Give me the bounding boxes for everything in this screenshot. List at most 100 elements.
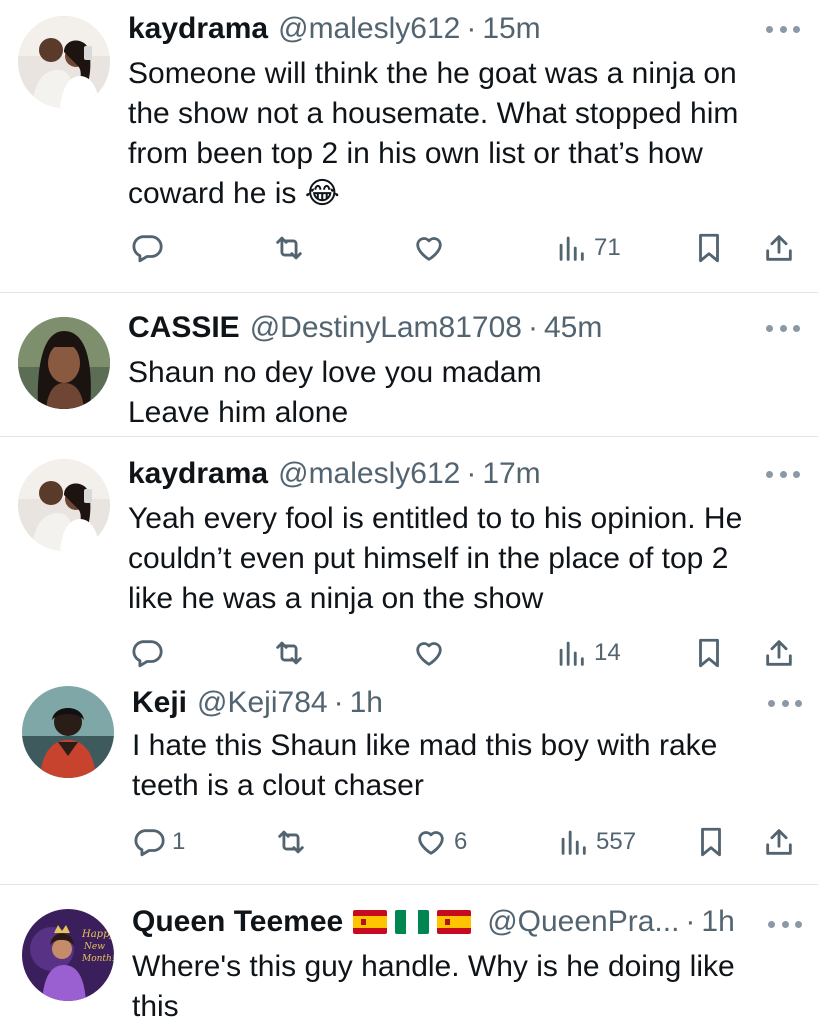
user-handle[interactable]: @malesly612 [278, 457, 460, 491]
display-name[interactable]: Queen Teemee [132, 905, 343, 939]
reply-button[interactable] [130, 633, 164, 673]
tweet[interactable]: CASSIE @DestinyLam81708 · 45m Shaun no d… [0, 293, 818, 436]
like-button[interactable] [412, 633, 446, 673]
retweet-button[interactable] [272, 633, 306, 673]
timestamp[interactable]: 17m [482, 457, 540, 491]
text-line: I hate this Shaun like mad this boy with… [132, 729, 718, 762]
views-button[interactable]: 71 [554, 228, 621, 268]
retweet-icon [278, 830, 304, 854]
spain-flag [437, 910, 472, 934]
spain-flag [353, 910, 388, 934]
more-icon[interactable] [768, 919, 802, 929]
reply-button[interactable]: 1 [132, 822, 185, 862]
separator-dot: · [527, 311, 538, 344]
text-line: Shaun no dey love you madam [128, 356, 542, 389]
text-line: this [132, 990, 179, 1023]
text-line: from been top 2 in his own list or that’… [128, 137, 703, 170]
user-handle[interactable]: @Keji784 [197, 686, 328, 720]
like-icon [416, 642, 442, 666]
views-count: 71 [594, 234, 621, 261]
avatar[interactable] [18, 16, 110, 108]
text-line: Leave him alone [128, 396, 349, 429]
text-line: Yeah every fool is entitled to to his op… [128, 502, 743, 535]
bookmark-button[interactable] [692, 228, 726, 268]
more-icon[interactable] [768, 698, 802, 708]
like-button[interactable] [412, 228, 446, 268]
bookmark-icon [699, 233, 719, 263]
tweet-header: CASSIE @DestinyLam81708 · 45m [128, 311, 602, 345]
tweet-header: kaydrama @malesly612 · 17m [128, 457, 541, 491]
display-name[interactable]: kaydrama [128, 12, 268, 46]
retweet-icon [276, 236, 302, 260]
separator-dot: · [333, 686, 344, 719]
reply-count: 1 [172, 828, 186, 855]
svg-text:Happy: Happy [81, 929, 114, 940]
more-icon[interactable] [766, 323, 800, 333]
separator-dot: · [466, 12, 477, 45]
timestamp[interactable]: 1h [350, 686, 383, 720]
tweet-header: Queen Teemee @QueenPra... · 1h [132, 905, 735, 939]
retweet-button[interactable] [272, 228, 306, 268]
timestamp[interactable]: 1h [701, 905, 734, 939]
tweet-text: I hate this Shaun like mad this boy with… [132, 726, 792, 806]
display-name[interactable]: Keji [132, 686, 187, 720]
tweet-header: Keji @Keji784 · 1h [132, 686, 383, 720]
action-bar: 71 [130, 228, 800, 268]
share-icon [766, 640, 792, 666]
text-line: the show not a housemate. What stopped h… [128, 97, 739, 130]
svg-text:New: New [83, 942, 105, 952]
like-button[interactable]: 6 [414, 822, 467, 862]
views-button[interactable]: 557 [556, 822, 636, 862]
bookmark-button[interactable] [694, 822, 728, 862]
tweet[interactable]: kaydrama @malesly612 · 15m Someone will … [0, 0, 818, 292]
like-icon [416, 237, 442, 261]
tweet-text: Yeah every fool is entitled to to his op… [128, 499, 788, 619]
action-bar: 14 [130, 633, 800, 673]
avatar[interactable] [22, 686, 114, 778]
share-button[interactable] [762, 228, 796, 268]
tweet-header: kaydrama @malesly612 · 15m [128, 12, 541, 46]
user-handle[interactable]: @DestinyLam81708 [250, 311, 522, 345]
nigeria-flag [395, 910, 430, 934]
separator-dot: · [466, 457, 477, 490]
user-handle[interactable]: @QueenPra... [487, 905, 679, 939]
views-icon [561, 830, 586, 855]
tweet-text: Shaun no dey love you madam Leave him al… [128, 353, 788, 433]
retweet-icon [276, 641, 302, 665]
like-icon [418, 831, 444, 855]
timestamp[interactable]: 15m [482, 12, 540, 46]
display-name[interactable]: CASSIE [128, 311, 240, 345]
retweet-button[interactable] [274, 822, 308, 862]
more-icon[interactable] [766, 469, 800, 479]
views-icon [559, 641, 584, 666]
reply-button[interactable] [130, 228, 164, 268]
views-icon [559, 236, 584, 261]
views-button[interactable]: 14 [554, 633, 621, 673]
text-line: Where's this guy handle. Why is he doing… [132, 950, 735, 983]
share-button[interactable] [762, 633, 796, 673]
share-icon [766, 829, 792, 855]
bookmark-button[interactable] [692, 633, 726, 673]
avatar[interactable]: Happy New Month! [22, 909, 114, 1001]
tweet-text: Where's this guy handle. Why is he doing… [132, 947, 792, 1024]
text-line: like he was a ninja on the show [128, 582, 544, 615]
user-handle[interactable]: @malesly612 [278, 12, 460, 46]
share-button[interactable] [762, 822, 796, 862]
text-line: couldn’t even put himself in the place o… [128, 542, 729, 575]
bookmark-icon [701, 827, 721, 857]
avatar[interactable] [18, 317, 110, 409]
avatar[interactable] [18, 459, 110, 551]
tweet-text: Someone will think the he goat was a nin… [128, 54, 788, 214]
tweet[interactable]: kaydrama @malesly612 · 17m Yeah every fo… [0, 437, 818, 672]
tweet[interactable]: Happy New Month! Queen Teemee @QueenPra.… [0, 885, 818, 1024]
display-name[interactable]: kaydrama [128, 457, 268, 491]
tweet[interactable]: Keji @Keji784 · 1h I hate this Shaun lik… [0, 672, 818, 884]
more-icon[interactable] [766, 24, 800, 34]
reply-icon [134, 829, 165, 857]
separator-dot: · [685, 905, 696, 938]
action-bar: 1 6 557 [132, 822, 802, 862]
share-icon [766, 235, 792, 261]
reply-icon [132, 235, 163, 263]
views-count: 557 [596, 828, 637, 855]
timestamp[interactable]: 45m [544, 311, 602, 345]
